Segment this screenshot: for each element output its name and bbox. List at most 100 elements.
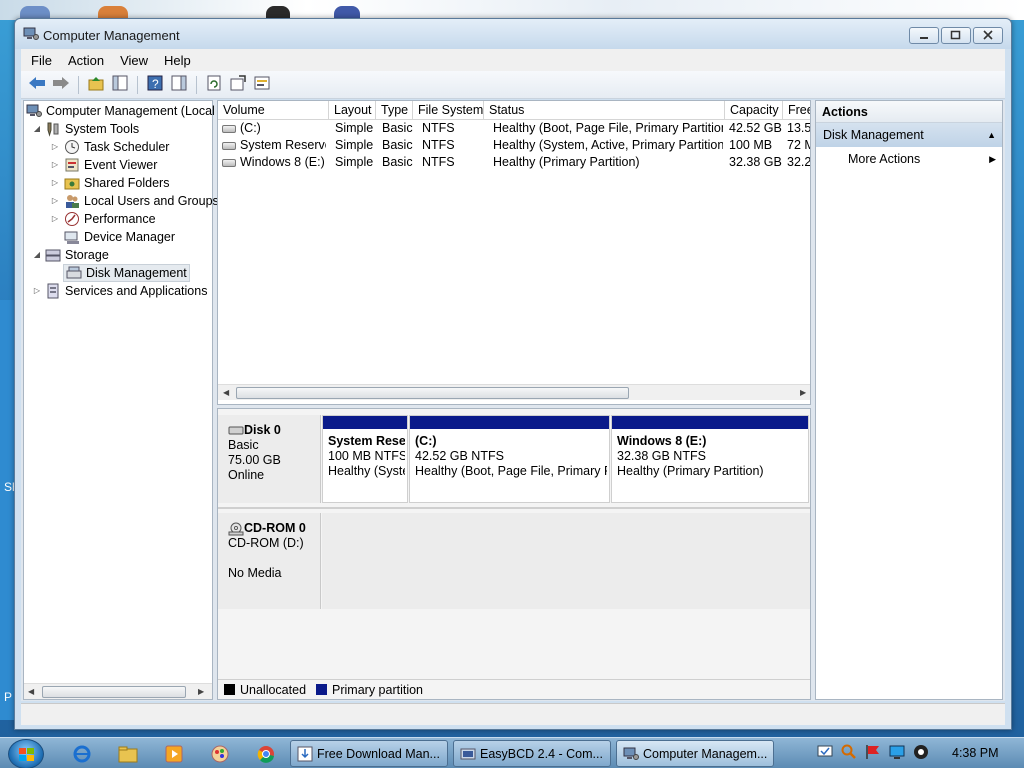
tree-item-disk-management[interactable]: Disk Management bbox=[63, 264, 190, 282]
column-header-layout[interactable]: Layout bbox=[329, 101, 376, 120]
tree-item-task-scheduler[interactable]: Task Scheduler bbox=[64, 138, 169, 156]
collapsed-arrow-icon[interactable]: ▷ bbox=[50, 195, 60, 205]
tree-item-performance[interactable]: Performance bbox=[64, 210, 156, 228]
start-button[interactable] bbox=[8, 739, 44, 768]
title-bar[interactable]: Computer Management bbox=[15, 19, 1011, 49]
clock-icon bbox=[64, 139, 80, 155]
menu-action[interactable]: Action bbox=[68, 53, 104, 68]
refresh-button[interactable] bbox=[204, 75, 224, 95]
chrome-icon[interactable] bbox=[252, 742, 280, 766]
tree-item-label: Local Users and Groups bbox=[84, 194, 219, 208]
volume-row[interactable]: Windows 8 (E:) Simple Basic NTFS Healthy… bbox=[218, 154, 810, 171]
tree-item-computer-management[interactable]: Computer Management (Local bbox=[26, 102, 215, 120]
scroll-right-icon[interactable]: ▶ bbox=[800, 388, 806, 397]
tree-item-device-manager[interactable]: Device Manager bbox=[64, 228, 175, 246]
partition-system-reserved[interactable]: System Rese 100 MB NTFS Healthy (Syste bbox=[322, 415, 408, 503]
back-button[interactable] bbox=[27, 75, 47, 95]
task-label: Free Download Man... bbox=[317, 746, 440, 761]
cdrom-icon bbox=[228, 521, 244, 536]
status-bar bbox=[21, 703, 1005, 725]
properties-button[interactable] bbox=[252, 75, 272, 95]
actions-section-disk-management[interactable]: Disk Management ▲ bbox=[816, 123, 1002, 147]
cdrom-0-label[interactable]: CD-ROM 0 CD-ROM (D:) No Media bbox=[218, 513, 321, 609]
menu-bar: File Action View Help bbox=[21, 49, 1005, 71]
volume-name: Windows 8 (E:) bbox=[240, 155, 325, 169]
taskbar-clock[interactable]: 4:38 PM bbox=[952, 746, 999, 760]
forward-button[interactable] bbox=[51, 75, 71, 95]
tree-item-storage[interactable]: Storage bbox=[45, 246, 109, 264]
up-folder-icon bbox=[88, 75, 104, 94]
scroll-left-icon[interactable]: ◀ bbox=[28, 687, 34, 696]
volume-icon bbox=[222, 158, 236, 167]
scrollbar-thumb[interactable] bbox=[42, 686, 186, 698]
partition-status: Healthy (Syste bbox=[328, 464, 405, 478]
collapse-up-icon[interactable]: ▲ bbox=[987, 123, 996, 147]
task-free-download-manager[interactable]: Free Download Man... bbox=[290, 740, 448, 767]
column-header-volume[interactable]: Volume bbox=[218, 101, 329, 120]
tree-item-services-and-applications[interactable]: Services and Applications bbox=[45, 282, 207, 300]
help-button[interactable]: ? bbox=[145, 75, 165, 95]
cdrom-name: CD-ROM 0 bbox=[244, 521, 306, 535]
windows-logo-icon bbox=[19, 748, 35, 765]
column-header-status[interactable]: Status bbox=[484, 101, 725, 120]
media-player-icon[interactable] bbox=[160, 742, 188, 766]
task-easybcd[interactable]: EasyBCD 2.4 - Com... bbox=[453, 740, 611, 767]
expanded-arrow-icon[interactable]: ◢ bbox=[32, 123, 42, 133]
collapsed-arrow-icon[interactable]: ▷ bbox=[50, 213, 60, 223]
menu-view[interactable]: View bbox=[120, 53, 148, 68]
paint-icon[interactable] bbox=[206, 742, 234, 766]
show-hide-action-pane-button[interactable] bbox=[169, 75, 189, 95]
task-computer-management[interactable]: Computer Managem... bbox=[616, 740, 774, 767]
column-header-capacity[interactable]: Capacity bbox=[725, 101, 783, 120]
partition-windows-8[interactable]: Windows 8 (E:) 32.38 GB NTFS Healthy (Pr… bbox=[611, 415, 809, 503]
search-icon[interactable] bbox=[840, 743, 858, 764]
flag-icon[interactable] bbox=[864, 743, 882, 764]
internet-explorer-icon[interactable] bbox=[68, 742, 96, 766]
more-actions-item[interactable]: More Actions ▶ bbox=[816, 147, 1002, 171]
export-list-button[interactable] bbox=[228, 75, 248, 95]
minimize-button[interactable] bbox=[909, 27, 939, 44]
restore-button[interactable] bbox=[941, 27, 971, 44]
properties-icon bbox=[254, 75, 270, 94]
action-center-icon[interactable] bbox=[816, 743, 834, 764]
close-button[interactable] bbox=[973, 27, 1003, 44]
column-header-free[interactable]: Free bbox=[783, 101, 810, 120]
performance-icon bbox=[64, 211, 80, 227]
collapsed-arrow-icon[interactable]: ▷ bbox=[32, 285, 42, 295]
tree-horizontal-scrollbar[interactable]: ◀ ▶ bbox=[24, 683, 212, 699]
partition-status: Healthy (Boot, Page File, Primary Pa bbox=[415, 464, 607, 478]
show-hide-tree-button[interactable] bbox=[110, 75, 130, 95]
volume-list-horizontal-scrollbar[interactable]: ◀ ▶ bbox=[218, 384, 810, 400]
collapsed-arrow-icon[interactable]: ▷ bbox=[50, 177, 60, 187]
network-icon[interactable] bbox=[888, 743, 906, 764]
volume-row[interactable]: System Reserved Simple Basic NTFS Health… bbox=[218, 137, 810, 154]
minimize-icon bbox=[919, 29, 929, 43]
scrollbar-thumb[interactable] bbox=[236, 387, 629, 399]
partition-c[interactable]: (C:) 42.52 GB NTFS Healthy (Boot, Page F… bbox=[409, 415, 610, 503]
collapsed-arrow-icon[interactable]: ▷ bbox=[50, 159, 60, 169]
tree-item-local-users-and-groups[interactable]: Local Users and Groups bbox=[64, 192, 219, 210]
volume-icon[interactable] bbox=[912, 743, 930, 764]
menu-file[interactable]: File bbox=[31, 53, 52, 68]
tree-item-system-tools[interactable]: System Tools bbox=[45, 120, 139, 138]
scroll-left-icon[interactable]: ◀ bbox=[223, 388, 229, 397]
export-list-icon bbox=[230, 75, 246, 94]
more-actions-label: More Actions bbox=[848, 152, 921, 166]
scroll-right-icon[interactable]: ▶ bbox=[198, 687, 204, 696]
up-one-level-button[interactable] bbox=[86, 75, 106, 95]
close-icon bbox=[983, 29, 993, 43]
file-explorer-icon[interactable] bbox=[114, 742, 142, 766]
column-header-type[interactable]: Type bbox=[376, 101, 413, 120]
primary-partition-bar bbox=[612, 416, 808, 429]
disk-0-label[interactable]: Disk 0 Basic 75.00 GB Online bbox=[218, 415, 321, 503]
tree-item-event-viewer[interactable]: Event Viewer bbox=[64, 156, 157, 174]
menu-help[interactable]: Help bbox=[164, 53, 191, 68]
tree-item-label: System Tools bbox=[65, 122, 140, 136]
volume-row[interactable]: (C:) Simple Basic NTFS Healthy (Boot, Pa… bbox=[218, 120, 810, 137]
expanded-arrow-icon[interactable]: ◢ bbox=[32, 249, 42, 259]
collapsed-arrow-icon[interactable]: ▷ bbox=[50, 141, 60, 151]
column-header-file-system[interactable]: File System bbox=[413, 101, 484, 120]
disk-divider bbox=[218, 507, 810, 509]
tree-item-shared-folders[interactable]: Shared Folders bbox=[64, 174, 169, 192]
partition-info: (C:) 42.52 GB NTFS Healthy (Boot, Page F… bbox=[415, 434, 607, 479]
